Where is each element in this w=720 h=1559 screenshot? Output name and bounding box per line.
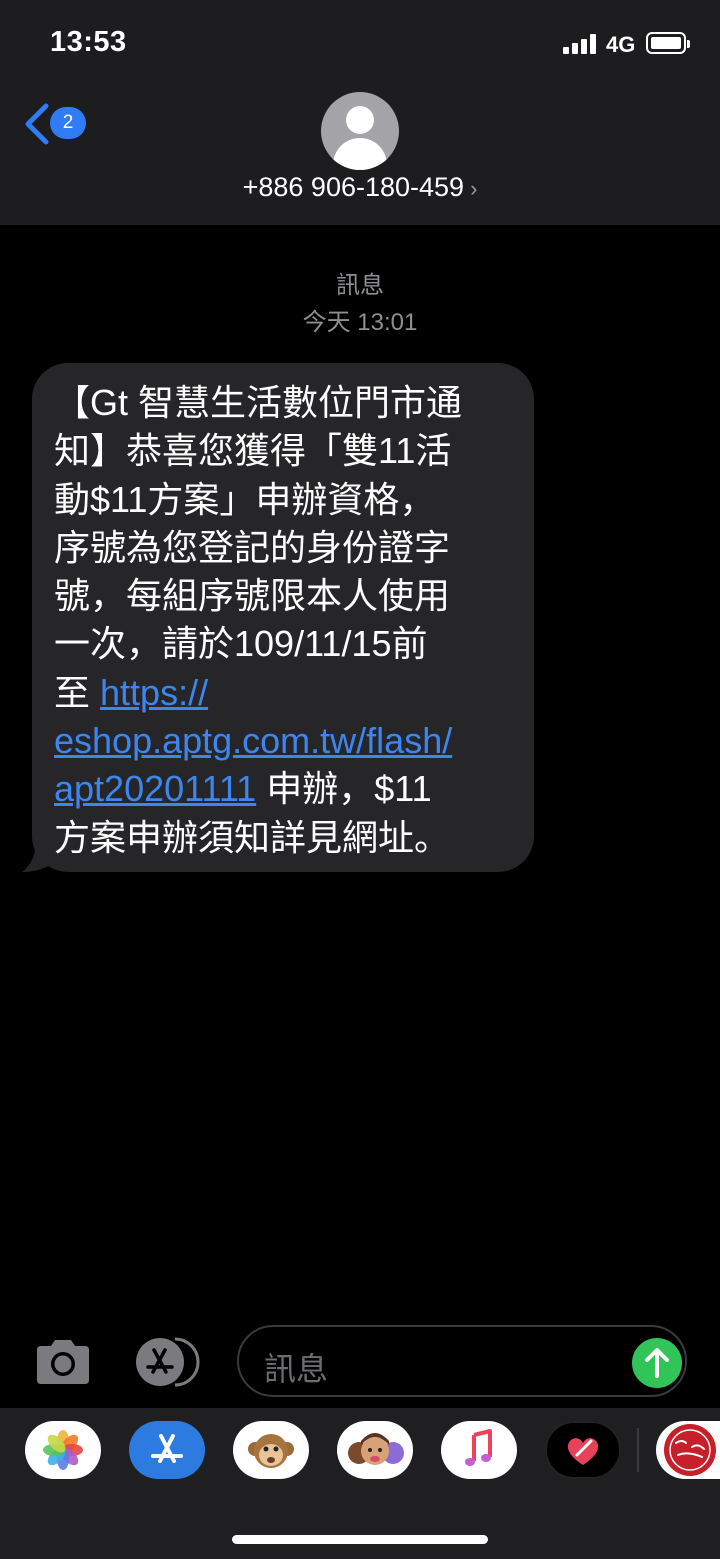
message-link[interactable]: apt20201111 — [54, 768, 256, 809]
network-label: 4G — [606, 32, 636, 57]
animoji-icon[interactable] — [233, 1421, 309, 1479]
sticker-icon[interactable] — [656, 1421, 720, 1479]
avatar[interactable] — [321, 92, 399, 170]
chevron-right-icon: › — [470, 176, 478, 201]
drawer-divider — [637, 1428, 639, 1472]
camera-button[interactable] — [33, 1338, 93, 1386]
signal-icon — [563, 34, 599, 54]
battery-icon — [646, 32, 690, 54]
memoji-icon[interactable] — [337, 1421, 413, 1479]
app-store-icon — [136, 1337, 200, 1387]
message-link[interactable]: eshop.aptg.com.tw/flash/ — [54, 720, 452, 761]
contact-number: +886 906-180-459 — [242, 172, 465, 202]
contact-name[interactable]: +886 906-180-459 › — [0, 172, 720, 203]
conversation-service-label: 訊息 — [336, 272, 384, 299]
message-bubble[interactable]: 【Gt 智慧生活數位門市通 知】恭喜您獲得「雙11活 動$11方案」申辦資格， … — [32, 363, 534, 872]
unread-badge[interactable]: 2 — [50, 107, 86, 139]
digital-touch-icon[interactable] — [545, 1421, 621, 1479]
app-store-button[interactable] — [135, 1337, 201, 1387]
arrow-up-icon — [645, 1348, 669, 1378]
message-text: 【Gt 智慧生活數位門市通 知】恭喜您獲得「雙11活 動$11方案」申辦資格， … — [54, 382, 463, 858]
message-input-placeholder: 訊息 — [264, 1351, 329, 1387]
message-link[interactable]: https:// — [100, 672, 208, 713]
status-time: 13:53 — [50, 26, 127, 58]
music-icon[interactable] — [441, 1421, 517, 1479]
message-timestamp: 今天 13:01 — [302, 309, 418, 336]
status-bar: 13:53 4G — [0, 0, 720, 90]
app-store-icon[interactable] — [129, 1421, 205, 1479]
camera-icon — [37, 1340, 89, 1384]
photos-icon[interactable] — [25, 1421, 101, 1479]
home-indicator[interactable] — [232, 1535, 488, 1544]
message-input[interactable]: 訊息 — [237, 1325, 687, 1397]
person-icon — [346, 106, 374, 134]
send-button[interactable] — [632, 1338, 682, 1388]
